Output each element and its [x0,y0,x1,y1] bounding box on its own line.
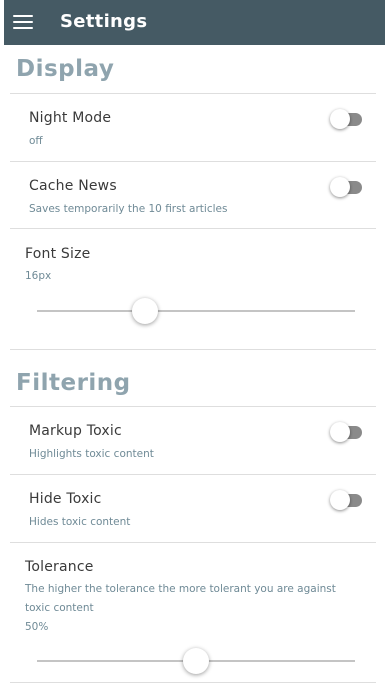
divider [10,161,376,162]
divider [10,474,376,475]
divider [10,542,376,543]
night-mode-status: off [29,135,43,147]
hide-toxic-label: Hide Toxic [29,491,102,507]
divider [10,682,376,683]
toggle-thumb [330,422,350,442]
hide-toxic-toggle[interactable] [330,489,362,511]
tolerance-slider[interactable] [37,647,355,675]
section-title-display: Display [16,56,115,82]
toggle-thumb [330,177,350,197]
divider [10,406,376,407]
slider-thumb[interactable] [132,298,159,324]
night-mode-label: Night Mode [29,110,112,126]
toggle-thumb [330,490,350,510]
divider [10,349,376,350]
markup-toxic-description: Highlights toxic content [29,448,154,460]
tolerance-label: Tolerance [25,559,94,575]
font-size-value: 16px [25,270,52,282]
cache-news-description: Saves temporarily the 10 first articles [29,203,228,215]
hamburger-menu-icon[interactable] [13,13,33,29]
section-title-filtering: Filtering [16,370,131,396]
font-size-label: Font Size [25,246,91,262]
markup-toxic-toggle[interactable] [330,421,362,443]
markup-toxic-label: Markup Toxic [29,423,122,439]
tolerance-value: 50% [25,621,49,633]
app-bar: Settings [4,0,385,45]
hide-toxic-description: Hides toxic content [29,516,131,528]
divider [10,228,376,229]
page-title: Settings [60,11,148,32]
cache-news-toggle[interactable] [330,176,362,198]
night-mode-toggle[interactable] [330,108,362,130]
toggle-thumb [330,109,350,129]
slider-thumb[interactable] [183,648,209,674]
slider-rail [37,310,355,312]
tolerance-description-line1: The higher the tolerance the more tolera… [25,583,336,595]
divider [10,93,376,94]
cache-news-label: Cache News [29,178,117,194]
tolerance-description-line2: toxic content [25,602,94,614]
font-size-slider[interactable] [37,297,355,325]
